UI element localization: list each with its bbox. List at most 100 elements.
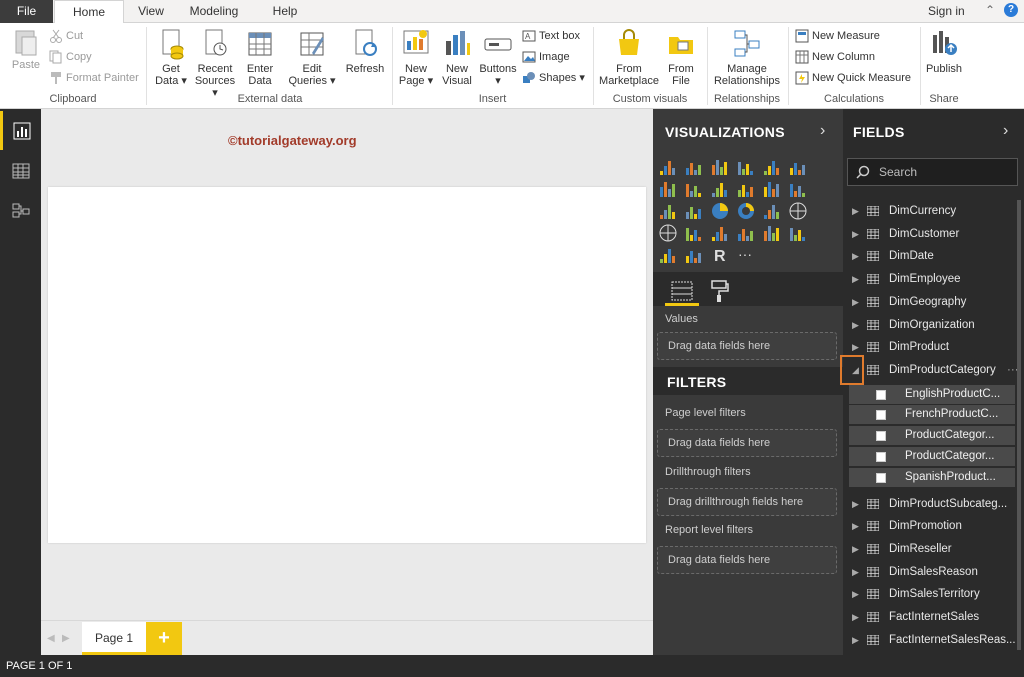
format-paint-roller-icon[interactable] [710, 279, 730, 306]
table-visual-icon[interactable] [684, 245, 704, 265]
100-bar-visual-icon[interactable] [762, 157, 782, 177]
paste-button[interactable]: Paste [8, 27, 44, 71]
tab-modeling[interactable]: Modeling [182, 0, 246, 23]
prev-page-arrow-icon[interactable]: ◀ [47, 633, 55, 644]
field-checkbox[interactable] [876, 431, 886, 442]
expand-arrow-icon[interactable]: ▶ [852, 493, 859, 515]
refresh-button[interactable]: Refresh [343, 27, 387, 75]
new-visual-button[interactable]: New Visual [438, 27, 476, 87]
treemap-visual-icon[interactable] [762, 201, 782, 221]
field-table-row[interactable]: ▶ DimPromotion [843, 515, 1024, 537]
model-view-button[interactable] [0, 190, 41, 229]
area-visual-icon[interactable] [684, 179, 704, 199]
field-checkbox[interactable] [876, 389, 886, 400]
scatter-visual-icon[interactable] [684, 201, 704, 221]
report-filters-dropzone[interactable]: Drag data fields here [657, 546, 837, 574]
tab-help[interactable]: Help [262, 0, 308, 23]
fields-scrollbar[interactable] [1017, 200, 1021, 650]
ribbon-collapse-icon[interactable]: ⌃ [985, 3, 995, 17]
expand-arrow-icon[interactable]: ▶ [852, 515, 859, 537]
drillthrough-dropzone[interactable]: Drag drillthrough fields here [657, 488, 837, 516]
add-page-button[interactable]: + [146, 622, 182, 655]
field-checkbox[interactable] [876, 452, 886, 462]
stacked-bar-visual-icon[interactable] [658, 157, 678, 177]
edit-queries-button[interactable]: Edit Queries ▾ [287, 27, 337, 87]
expand-arrow-icon[interactable]: ▶ [852, 223, 859, 245]
card-visual-icon[interactable] [736, 223, 756, 243]
funnel-visual-icon[interactable] [684, 223, 704, 243]
get-data-button[interactable]: Get Data ▾ [152, 27, 190, 87]
new-quick-measure-button[interactable]: New Quick Measure [795, 69, 911, 87]
field-column-row[interactable]: ProductCategor... [849, 426, 1015, 446]
fields-well-tab[interactable] [665, 276, 699, 306]
format-painter-button[interactable]: Format Painter [49, 69, 139, 87]
100-column-visual-icon[interactable] [788, 157, 808, 177]
cut-button[interactable]: Cut [49, 27, 83, 45]
tab-view[interactable]: View [128, 0, 174, 23]
buttons-button[interactable]: Buttons ▾ [477, 27, 519, 87]
help-icon[interactable]: ? [1004, 3, 1018, 17]
publish-button[interactable]: Publish [924, 27, 964, 75]
new-column-button[interactable]: New Column [795, 48, 875, 66]
expand-arrow-icon[interactable]: ▶ [852, 291, 859, 313]
tab-home[interactable]: Home [54, 0, 124, 24]
slicer-visual-icon[interactable] [658, 245, 678, 265]
expand-arrow-icon[interactable]: ▶ [852, 314, 859, 336]
stacked-column-visual-icon[interactable] [684, 157, 704, 177]
copy-button[interactable]: Copy [49, 48, 92, 66]
field-table-row[interactable]: ▶ DimGeography [843, 291, 1024, 313]
report-page[interactable] [48, 187, 646, 543]
multirow-card-visual-icon[interactable] [762, 223, 782, 243]
more-visual-icon[interactable]: ··· [736, 245, 756, 265]
stacked-area-visual-icon[interactable] [710, 179, 730, 199]
page-tab[interactable]: Page 1 [82, 622, 146, 655]
text-box-button[interactable]: A Text box [522, 27, 580, 45]
field-table-row[interactable]: ▶ DimReseller [843, 538, 1024, 560]
image-button[interactable]: Image [522, 48, 570, 66]
from-marketplace-button[interactable]: From Marketplace [597, 27, 661, 87]
field-table-row[interactable]: ▶ FactInternetSalesReas... [843, 629, 1024, 651]
donut-visual-icon[interactable] [736, 201, 756, 221]
manage-relationships-button[interactable]: Manage Relationships [711, 27, 783, 87]
clustered-column-visual-icon[interactable] [736, 157, 756, 177]
field-checkbox[interactable] [876, 410, 886, 421]
map-visual-icon[interactable] [788, 201, 808, 221]
expand-arrow-icon[interactable]: ▶ [852, 200, 859, 222]
values-dropzone[interactable]: Drag data fields here [657, 332, 837, 360]
field-table-row[interactable]: ▶ DimProductSubcateg... [843, 493, 1024, 515]
shapes-button[interactable]: Shapes ▾ [522, 69, 585, 87]
expand-arrow-icon[interactable]: ▶ [852, 268, 859, 290]
field-table-row[interactable]: ▶ DimSalesReason [843, 561, 1024, 583]
line-clustered-visual-icon[interactable] [762, 179, 782, 199]
sign-in-link[interactable]: Sign in [928, 0, 965, 23]
field-checkbox[interactable] [876, 472, 886, 483]
field-table-row[interactable]: ◢ DimProductCategory ··· [843, 359, 1024, 381]
next-page-arrow-icon[interactable]: ▶ [62, 633, 70, 644]
ribbon-visual-icon[interactable] [788, 179, 808, 199]
field-table-row[interactable]: ▶ FactInternetSales [843, 606, 1024, 628]
field-column-row[interactable]: FrenchProductC... [849, 405, 1015, 425]
line-column-visual-icon[interactable] [736, 179, 756, 199]
field-table-row[interactable]: ▶ DimEmployee [843, 268, 1024, 290]
from-file-button[interactable]: From File [663, 27, 699, 87]
field-column-row[interactable]: ProductCategor... [849, 447, 1015, 466]
filled-map-visual-icon[interactable] [658, 223, 678, 243]
fields-search-input[interactable] [847, 158, 1018, 186]
field-column-row[interactable]: EnglishProductC... [849, 384, 1015, 404]
line-visual-icon[interactable] [658, 179, 678, 199]
kpi-visual-icon[interactable] [788, 223, 808, 243]
new-measure-button[interactable]: New Measure [795, 27, 880, 45]
report-view-button[interactable] [0, 111, 41, 150]
clustered-bar-visual-icon[interactable] [710, 157, 730, 177]
new-page-button[interactable]: New Page ▾ [397, 27, 435, 87]
field-table-row[interactable]: ▶ DimSalesTerritory [843, 583, 1024, 605]
pie-visual-icon[interactable] [710, 201, 730, 221]
enter-data-button[interactable]: Enter Data [240, 27, 280, 87]
field-column-row[interactable]: SpanishProduct... [849, 467, 1015, 487]
field-table-row[interactable]: ▶ DimCurrency [843, 200, 1024, 222]
field-table-row[interactable]: ▶ DimProduct [843, 336, 1024, 358]
fields-collapse-icon[interactable]: › [1003, 122, 1008, 140]
gauge-visual-icon[interactable] [710, 223, 730, 243]
field-table-row[interactable]: ▶ DimCustomer [843, 223, 1024, 245]
visualizations-collapse-icon[interactable]: › [820, 122, 825, 140]
